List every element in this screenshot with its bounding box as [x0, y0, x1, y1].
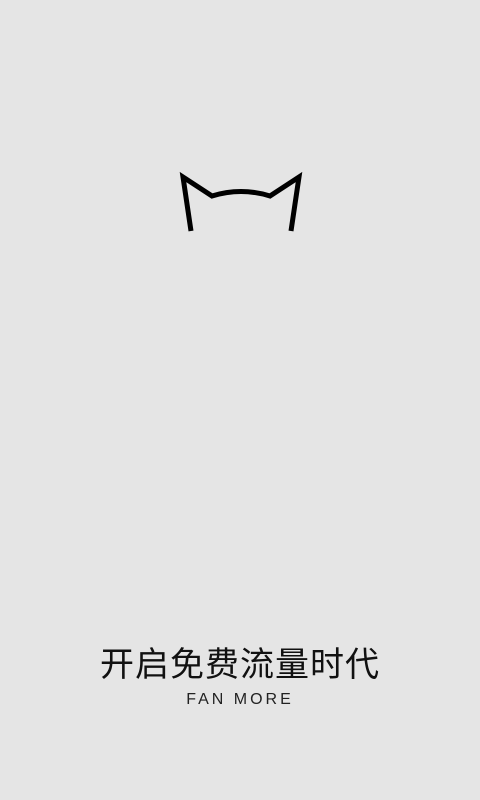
tagline: 开启免费流量时代 FAN MORE: [0, 640, 480, 710]
tagline-chinese: 开启免费流量时代: [100, 645, 380, 685]
cat-ears-logo-icon: [176, 168, 306, 238]
tagline-english: FAN MORE: [186, 691, 294, 708]
splash-screen: 开启免费流量时代 FAN MORE: [0, 0, 480, 800]
